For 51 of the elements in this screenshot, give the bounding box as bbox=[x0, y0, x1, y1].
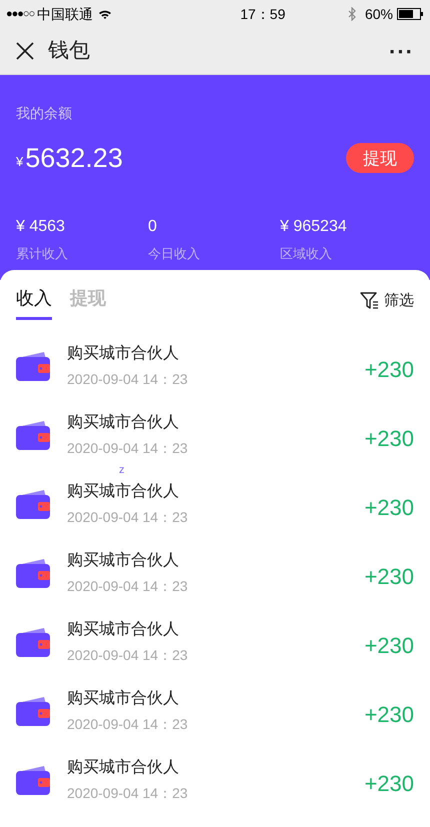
wallet-icon bbox=[16, 558, 50, 588]
stat-label: 今日收入 bbox=[148, 244, 201, 262]
record-title: 购买城市合伙人 bbox=[67, 412, 180, 432]
record-title: 购买城市合伙人 bbox=[67, 482, 180, 502]
bluetooth-icon bbox=[348, 7, 356, 21]
record-amount: +230 bbox=[364, 356, 414, 384]
page-title: 钱包 bbox=[48, 38, 90, 64]
battery-percent: 60% bbox=[364, 4, 393, 24]
record-amount: +230 bbox=[364, 563, 414, 591]
stat-label: 累计收入 bbox=[16, 244, 69, 262]
record-time: 2020-09-04 14：23 bbox=[67, 784, 188, 802]
record-title: 购买城市合伙人 bbox=[67, 688, 180, 708]
record-amount: +230 bbox=[364, 425, 414, 453]
signal-dots: ●●●○○ bbox=[6, 6, 34, 22]
wifi-icon bbox=[98, 8, 112, 20]
wallet-icon bbox=[16, 420, 50, 450]
record-amount: +230 bbox=[364, 494, 414, 522]
filter-icon[interactable] bbox=[360, 292, 380, 310]
record-time: 2020-09-04 14：23 bbox=[67, 508, 188, 526]
currency-sign: ¥ bbox=[16, 152, 24, 170]
wallet-icon bbox=[16, 764, 50, 794]
tab[interactable]: 收入 bbox=[16, 285, 52, 320]
wallet-icon bbox=[16, 350, 50, 380]
record-title: 购买城市合伙人 bbox=[67, 344, 180, 364]
record-title: 购买城市合伙人 bbox=[67, 620, 180, 640]
record-time: 2020-09-04 14：23 bbox=[67, 438, 188, 458]
balance-amount: 5632.23 bbox=[25, 142, 123, 175]
record-amount: +230 bbox=[364, 701, 414, 729]
stray-mark: z bbox=[119, 465, 124, 476]
stat-label: 区域收入 bbox=[280, 244, 333, 262]
record-time: 2020-09-04 14：23 bbox=[67, 370, 188, 388]
wallet-icon bbox=[16, 696, 50, 726]
balance-label: 我的余额 bbox=[16, 104, 73, 123]
wallet-icon bbox=[16, 626, 50, 656]
wallet-icon bbox=[16, 488, 50, 518]
close-icon[interactable] bbox=[16, 42, 34, 60]
stat-value: ¥ 4563 bbox=[16, 216, 66, 236]
more-button[interactable]: ··· bbox=[389, 34, 414, 68]
stat-value: 0 bbox=[148, 216, 158, 236]
carrier-name: 中国联通 bbox=[37, 4, 94, 24]
record-amount: +230 bbox=[364, 770, 414, 798]
record-title: 购买城市合伙人 bbox=[67, 550, 180, 570]
record-amount: +230 bbox=[364, 632, 414, 660]
record-time: 2020-09-04 14：23 bbox=[67, 714, 188, 734]
stat-value: ¥ 965234 bbox=[280, 216, 348, 236]
record-title: 购买城市合伙人 bbox=[67, 758, 180, 778]
clock-time: 17：59 bbox=[240, 4, 286, 24]
filter-button[interactable]: 筛选 bbox=[384, 290, 414, 312]
battery-icon bbox=[397, 8, 424, 20]
record-time: 2020-09-04 14：23 bbox=[67, 646, 188, 664]
record-time: 2020-09-04 14：23 bbox=[67, 576, 188, 596]
